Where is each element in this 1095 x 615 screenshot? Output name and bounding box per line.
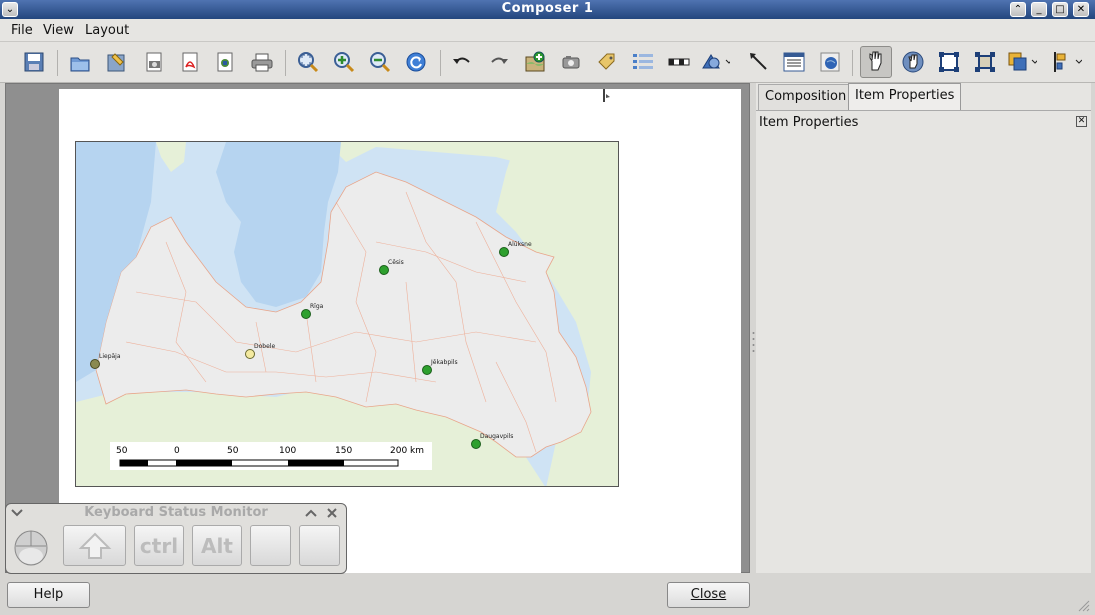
- scale-label: 200 km: [390, 446, 424, 456]
- place-label-liepaja: Liepāja: [99, 353, 121, 360]
- ungroup-icon[interactable]: [970, 47, 1000, 77]
- add-image-icon[interactable]: [556, 47, 586, 77]
- minimize-button[interactable]: _: [1031, 2, 1047, 17]
- scale-label: 50: [116, 446, 128, 456]
- help-button[interactable]: Help: [7, 582, 90, 608]
- zoom-in-icon[interactable]: [329, 47, 359, 77]
- map-item[interactable]: 50 0 50 100 150 200 km Alūksne Cēsis Rīg…: [75, 141, 619, 487]
- splitter-handle[interactable]: [752, 330, 755, 354]
- window-title: Composer 1: [501, 1, 594, 16]
- tab-composition[interactable]: Composition: [758, 84, 854, 110]
- print-page[interactable]: 50 0 50 100 150 200 km Alūksne Cēsis Rīg…: [59, 89, 741, 573]
- place-label-jekabpils: Jēkabpils: [430, 359, 458, 366]
- window-titlebar: ⌄ Composer 1 ⌃ _ □ ✕: [0, 0, 1095, 19]
- mouse-cursor-icon: [602, 88, 612, 107]
- close-icon[interactable]: ✕: [1076, 116, 1087, 127]
- zoom-full-icon[interactable]: [293, 47, 323, 77]
- export-pdf-icon[interactable]: [175, 47, 205, 77]
- key-slot-4: [250, 525, 291, 566]
- alt-key: Alt: [192, 525, 242, 566]
- menu-layout[interactable]: Layout: [85, 23, 129, 38]
- add-map-icon[interactable]: [520, 47, 550, 77]
- select-move-icon[interactable]: [860, 46, 892, 78]
- place-label-cesis: Cēsis: [388, 259, 404, 266]
- place-label-dobele: Dobele: [254, 343, 275, 350]
- menubar: File View Layout: [0, 19, 1095, 42]
- scale-label: 0: [174, 446, 180, 456]
- ksm-title: Keyboard Status Monitor: [84, 505, 268, 520]
- refresh-icon[interactable]: [401, 47, 431, 77]
- add-label-icon[interactable]: [592, 47, 622, 77]
- close-icon[interactable]: [325, 507, 339, 522]
- menu-view[interactable]: View: [43, 23, 74, 38]
- shift-key: [63, 525, 126, 566]
- scale-label: 100: [279, 446, 296, 456]
- print-icon[interactable]: [247, 47, 277, 77]
- export-svg-icon[interactable]: [210, 47, 240, 77]
- move-content-icon[interactable]: [898, 47, 928, 77]
- chevron-up-icon[interactable]: [304, 507, 318, 522]
- place-label-riga: Rīga: [310, 303, 324, 310]
- add-html-icon[interactable]: [815, 47, 845, 77]
- save-template-icon[interactable]: [101, 47, 131, 77]
- redo-icon[interactable]: [484, 47, 514, 77]
- scale-label: 150: [335, 446, 352, 456]
- scale-label: 50: [227, 446, 239, 456]
- add-table-icon[interactable]: [779, 47, 809, 77]
- properties-panel: Composition Item Properties Item Propert…: [756, 83, 1091, 573]
- export-image-icon[interactable]: [139, 47, 169, 77]
- maximize-button[interactable]: □: [1052, 2, 1068, 17]
- place-label-daugavpils: Daugavpils: [480, 433, 513, 440]
- zoom-out-icon[interactable]: [365, 47, 395, 77]
- toolbar: [0, 42, 1095, 83]
- ctrl-key: ctrl: [134, 525, 184, 566]
- add-scalebar-icon[interactable]: [664, 47, 694, 77]
- add-shape-icon[interactable]: [700, 47, 730, 77]
- align-icon[interactable]: [1052, 47, 1082, 77]
- save-icon[interactable]: [19, 47, 49, 77]
- mouse-icon: [13, 526, 49, 569]
- keyboard-status-monitor: Keyboard Status Monitor ctrl Alt: [5, 503, 347, 574]
- composer-canvas[interactable]: 50 0 50 100 150 200 km Alūksne Cēsis Rīg…: [5, 83, 750, 573]
- key-slot-5: [299, 525, 340, 566]
- tab-item-properties[interactable]: Item Properties: [848, 83, 962, 111]
- add-arrow-icon[interactable]: [744, 47, 774, 77]
- add-legend-icon[interactable]: [628, 47, 658, 77]
- close-button[interactable]: Close: [667, 582, 750, 608]
- panel-title: Item Properties: [759, 115, 859, 130]
- close-window-button[interactable]: ✕: [1073, 2, 1089, 17]
- shade-button[interactable]: ⌃: [1010, 2, 1026, 17]
- raise-icon[interactable]: [1007, 47, 1037, 77]
- menu-file[interactable]: File: [11, 23, 33, 38]
- resize-grip-icon[interactable]: [1076, 598, 1090, 615]
- place-label-aluksne: Alūksne: [508, 241, 532, 248]
- undo-icon[interactable]: [447, 47, 477, 77]
- open-template-icon[interactable]: [65, 47, 95, 77]
- scalebar: [119, 459, 399, 467]
- group-icon[interactable]: [934, 47, 964, 77]
